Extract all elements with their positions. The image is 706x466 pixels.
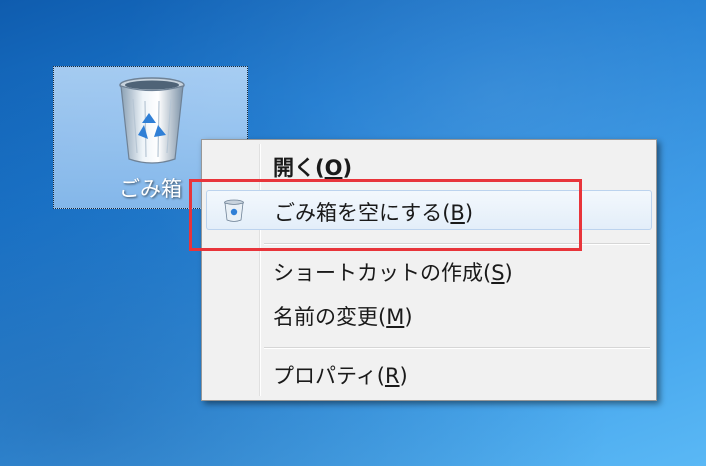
menu-item-open-label: 開く [273, 156, 315, 180]
desktop: ごみ箱 開く(O) ごみ箱を空にする(B) ショートカットの作成(S) 名前の変… [0, 0, 706, 466]
menu-item-properties-label: プロパティ [273, 364, 377, 388]
menu-item-properties[interactable]: プロパティ(R) [206, 354, 652, 394]
accel-key-s: S [491, 261, 505, 285]
accel-open-paren: ( [376, 364, 385, 388]
accel-open-paren: ( [378, 305, 387, 329]
accel-close-paren: ) [504, 261, 513, 285]
menu-item-rename[interactable]: 名前の変更(M) [206, 295, 652, 335]
accel-key-r: R [384, 364, 400, 388]
accel-open-paren: ( [483, 261, 492, 285]
menu-item-shortcut-label: ショートカットの作成 [273, 261, 483, 285]
accel-close-paren: ) [404, 305, 413, 329]
accel-key-m: M [386, 305, 405, 329]
accel-key-o: O [324, 156, 343, 180]
menu-item-rename-label: 名前の変更 [273, 305, 378, 329]
menu-separator [264, 347, 650, 349]
menu-item-create-shortcut[interactable]: ショートカットの作成(S) [206, 251, 652, 291]
recycle-bin-icon [119, 77, 185, 164]
accel-close-paren: ) [399, 364, 408, 388]
accel-close-paren: ) [342, 156, 353, 180]
red-highlight-annotation [189, 179, 582, 251]
accel-open-paren: ( [315, 156, 325, 180]
